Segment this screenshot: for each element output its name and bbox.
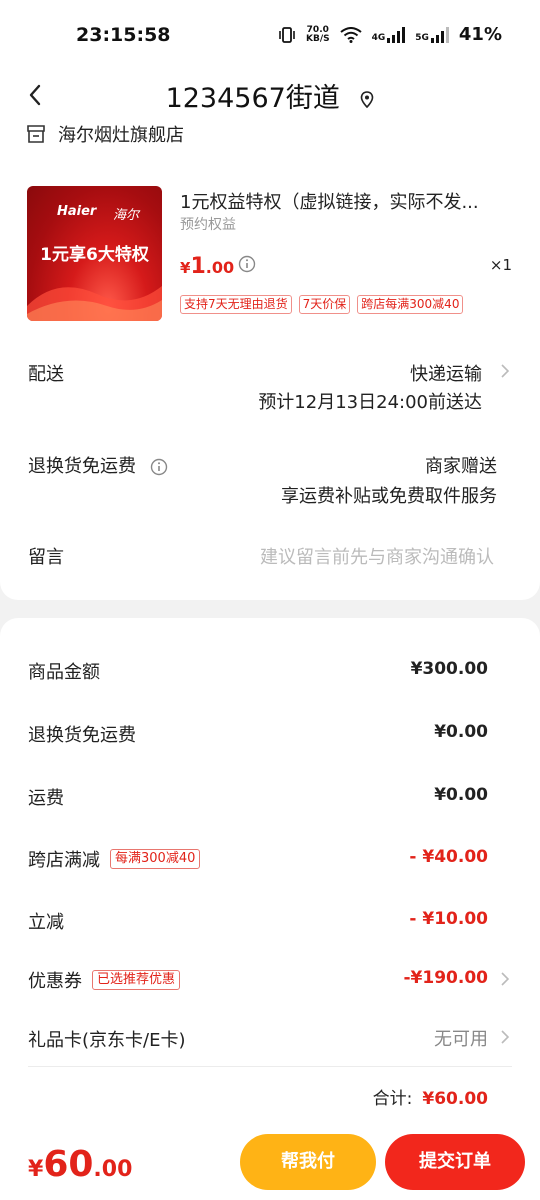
signal-4g: 4G: [372, 26, 406, 43]
shop-header[interactable]: 海尔烟灶旗舰店: [26, 120, 184, 148]
thumb-wave-decoration: [27, 286, 162, 321]
status-icons: 70.0 KB/S 4G 5G 41%: [278, 24, 502, 45]
product-price: ¥1.00: [180, 254, 235, 279]
chevron-right-icon[interactable]: [500, 363, 510, 379]
gift-card-value[interactable]: 无可用: [434, 1025, 488, 1051]
coupon-label[interactable]: 优惠券 已选推荐优惠: [28, 967, 181, 993]
info-icon[interactable]: [238, 255, 256, 273]
return-fee-label: 退换货免运费: [28, 725, 136, 746]
help-me-pay-button[interactable]: 帮我付: [240, 1134, 376, 1190]
thumb-promo-text: 1元享6大特权: [40, 245, 149, 265]
chevron-right-icon[interactable]: [500, 971, 510, 987]
service-tag: 7天价保: [298, 295, 351, 314]
return-shipping-desc: 享运费补贴或免费取件服务: [281, 486, 497, 507]
battery-level: 41%: [458, 24, 502, 45]
cross-store-discount-amount: - ¥40.00: [409, 847, 488, 867]
wifi-icon: [339, 26, 362, 43]
location-pin-icon: [361, 90, 374, 108]
vibrate-icon: [279, 26, 295, 43]
freight-label: 运费: [28, 788, 64, 809]
product-subtitle: 预约权益: [180, 217, 236, 233]
divider: [28, 1066, 512, 1067]
bottom-pay-bar: ¥60.00 帮我付 提交订单: [0, 1128, 540, 1200]
thumb-brand-cn: 海尔: [113, 208, 140, 223]
chevron-right-icon[interactable]: [500, 1029, 510, 1045]
address-title[interactable]: 1234567街道: [0, 76, 540, 115]
delivery-method[interactable]: 快递运输: [410, 360, 482, 386]
shop-name: 海尔烟灶旗舰店: [58, 125, 184, 146]
total-amount: ¥60.00: [422, 1089, 488, 1109]
coupon-badge: 已选推荐优惠: [92, 970, 181, 990]
delivery-label: 配送: [28, 364, 64, 385]
gift-card-label[interactable]: 礼品卡(京东卡/E卡): [28, 1026, 185, 1052]
product-quantity: ×1: [489, 256, 512, 274]
price-summary-card: 商品金额 ¥300.00 退换货免运费 ¥0.00 运费 ¥0.00 跨店满减 …: [0, 618, 540, 1128]
nav-bar: 1234567街道: [0, 72, 540, 120]
signal-bars-icon: [387, 26, 406, 43]
service-tag: 跨店每满300减40: [357, 295, 464, 314]
cross-store-discount-label: 跨店满减 每满300减40: [28, 846, 201, 872]
discount-badge: 每满300减40: [110, 849, 201, 869]
goods-amount-label: 商品金额: [28, 662, 100, 683]
goods-amount: ¥300.00: [410, 659, 488, 679]
status-time: 23:15:58: [76, 24, 171, 46]
message-input[interactable]: 建议留言前先与商家沟通确认: [260, 543, 494, 569]
pay-amount: ¥60.00: [28, 1144, 133, 1185]
product-tags: 支持7天无理由退货 7天价保 跨店每满300减40: [180, 295, 464, 314]
return-shipping-value: 商家赠送: [425, 456, 497, 477]
coupon-amount[interactable]: -¥190.00: [404, 968, 489, 988]
freight-amount: ¥0.00: [434, 785, 488, 805]
thumb-brand: Haier: [57, 204, 97, 219]
order-card: 海尔烟灶旗舰店 Haier 海尔 1元享6大特权 1元权益特权（虚拟链接，实际不…: [0, 120, 540, 600]
product-title[interactable]: 1元权益特权（虚拟链接，实际不发...: [180, 188, 510, 214]
instant-discount-amount: - ¥10.00: [409, 909, 488, 929]
status-bar: 23:15:58 70.0 KB/S 4G 5G 41%: [0, 0, 540, 72]
instant-discount-label: 立减: [28, 912, 64, 933]
net-speed: 70.0 KB/S: [305, 24, 330, 44]
submit-order-button[interactable]: 提交订单: [385, 1134, 525, 1190]
info-icon[interactable]: [150, 458, 168, 476]
message-label: 留言: [28, 547, 64, 568]
product-thumbnail[interactable]: Haier 海尔 1元享6大特权: [27, 186, 162, 321]
signal-bars-icon: [430, 26, 449, 43]
order-total: 合计: ¥60.00: [372, 1089, 488, 1109]
service-tag: 支持7天无理由退货: [180, 295, 292, 314]
delivery-eta: 预计12月13日24:00前送达: [258, 392, 482, 413]
return-fee-amount: ¥0.00: [434, 722, 488, 742]
store-icon: [27, 125, 45, 143]
signal-5g: 5G: [415, 26, 449, 43]
return-shipping-label: 退换货免运费: [28, 452, 168, 478]
